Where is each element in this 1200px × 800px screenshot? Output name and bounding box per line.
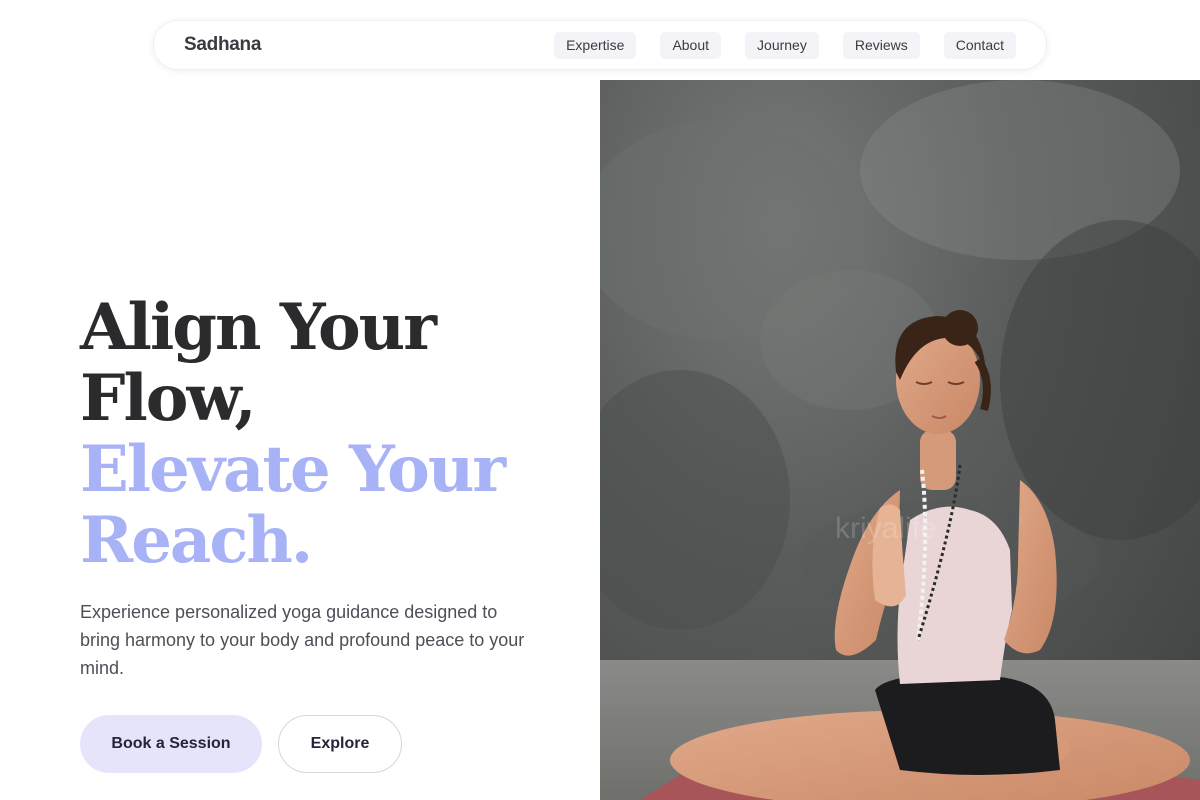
hero-subtitle: Experience personalized yoga guidance de…: [80, 602, 525, 678]
headline-line-3: Elevate Your: [80, 432, 506, 507]
hero-headline: Align Your Flow, Elevate Your Reach.: [80, 292, 580, 576]
image-watermark: kriyalife: [835, 512, 937, 545]
nav-link-reviews[interactable]: Reviews: [842, 31, 920, 59]
hero-actions: Book a Session Explore: [80, 715, 402, 773]
meditation-illustration: [600, 80, 1200, 800]
top-nav: Sadhana Expertise About Journey Reviews …: [153, 20, 1047, 70]
nav-link-contact[interactable]: Contact: [943, 31, 1016, 59]
brand-logo[interactable]: Sadhana: [184, 34, 261, 56]
nav-links: Expertise About Journey Reviews Contact: [554, 31, 1016, 59]
headline-line-4: Reach.: [80, 503, 313, 578]
nav-link-about[interactable]: About: [660, 31, 722, 59]
book-session-button[interactable]: Book a Session: [80, 715, 262, 773]
hero-section: Align Your Flow, Elevate Your Reach. Exp…: [80, 292, 580, 682]
headline-line-1: Align Your: [80, 290, 437, 365]
nav-link-expertise[interactable]: Expertise: [554, 31, 637, 59]
hero-photo: kriyalife: [600, 80, 1200, 800]
headline-line-2: Flow,: [80, 361, 257, 436]
nav-link-journey[interactable]: Journey: [745, 31, 819, 59]
explore-button[interactable]: Explore: [278, 715, 402, 773]
